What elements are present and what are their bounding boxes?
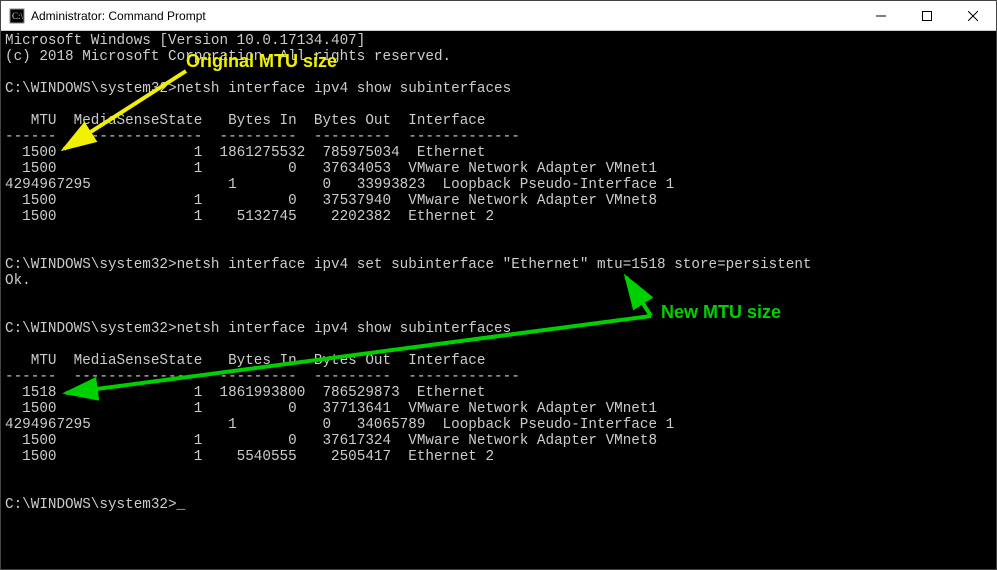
table-divider: ------ --------------- --------- -------… — [5, 129, 520, 145]
window-controls — [858, 1, 996, 30]
version-line: Microsoft Windows [Version 10.0.17134.40… — [5, 33, 365, 49]
copyright-line: (c) 2018 Microsoft Corporation. All righ… — [5, 49, 451, 65]
command-1: netsh interface ipv4 show subinterfaces — [177, 81, 512, 97]
table-row: 1500 1 1861275532 785975034 Ethernet — [5, 145, 485, 161]
table-divider: ------ --------------- --------- -------… — [5, 369, 520, 385]
table-header: MTU MediaSenseState Bytes In Bytes Out I… — [5, 353, 485, 369]
svg-text:C:\: C:\ — [12, 11, 24, 21]
table-row: 1500 1 0 37537940 VMware Network Adapter… — [5, 193, 657, 209]
prompt: C:\WINDOWS\system32> — [5, 321, 177, 337]
table-row: 1500 1 5540555 2505417 Ethernet 2 — [5, 449, 494, 465]
prompt: C:\WINDOWS\system32> — [5, 257, 177, 273]
terminal-output[interactable]: Microsoft Windows [Version 10.0.17134.40… — [1, 31, 996, 569]
titlebar[interactable]: C:\ Administrator: Command Prompt — [1, 1, 996, 31]
table-row: 4294967295 1 0 33993823 Loopback Pseudo-… — [5, 177, 674, 193]
close-button[interactable] — [950, 1, 996, 30]
prompt: C:\WINDOWS\system32> — [5, 81, 177, 97]
minimize-button[interactable] — [858, 1, 904, 30]
annotation-overlay — [1, 31, 996, 569]
table-row: 4294967295 1 0 34065789 Loopback Pseudo-… — [5, 417, 674, 433]
command-2: netsh interface ipv4 set subinterface "E… — [177, 257, 812, 273]
window-title: Administrator: Command Prompt — [31, 9, 858, 23]
table-header: MTU MediaSenseState Bytes In Bytes Out I… — [5, 113, 485, 129]
command-2-result: Ok. — [5, 273, 31, 289]
annotation-new-mtu: New MTU size — [661, 304, 781, 320]
table-row: 1500 1 0 37617324 VMware Network Adapter… — [5, 433, 657, 449]
window-frame: C:\ Administrator: Command Prompt Micros… — [0, 0, 997, 570]
table-row: 1518 1 1861993800 786529873 Ethernet — [5, 385, 485, 401]
table-row: 1500 1 0 37634053 VMware Network Adapter… — [5, 161, 657, 177]
maximize-button[interactable] — [904, 1, 950, 30]
table-row: 1500 1 0 37713641 VMware Network Adapter… — [5, 401, 657, 417]
command-3: netsh interface ipv4 show subinterfaces — [177, 321, 512, 337]
prompt: C:\WINDOWS\system32> — [5, 497, 177, 513]
table-row: 1500 1 5132745 2202382 Ethernet 2 — [5, 209, 494, 225]
cmd-icon: C:\ — [9, 8, 25, 24]
